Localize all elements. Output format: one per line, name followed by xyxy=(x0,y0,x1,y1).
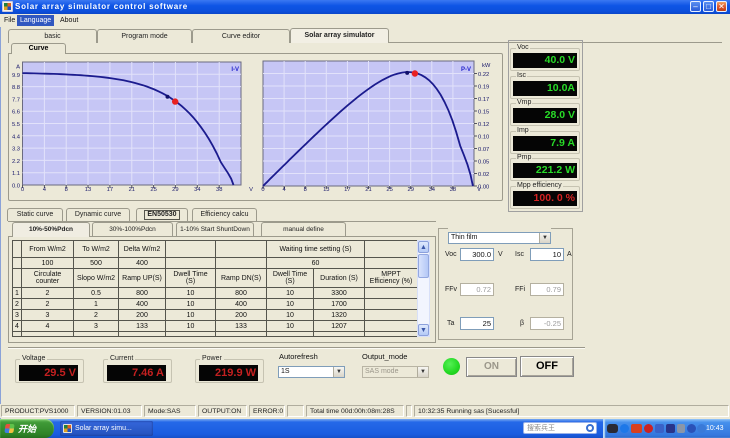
svg-text:8: 8 xyxy=(65,187,68,193)
svg-text:P-V: P-V xyxy=(461,67,471,73)
svg-text:0.0: 0.0 xyxy=(12,184,20,190)
svg-text:0.05: 0.05 xyxy=(478,160,489,166)
svg-text:I-V: I-V xyxy=(231,67,239,73)
svg-text:4.4: 4.4 xyxy=(12,134,21,140)
svg-text:2.2: 2.2 xyxy=(12,159,20,165)
svg-text:34: 34 xyxy=(194,187,201,193)
svg-text:6.6: 6.6 xyxy=(12,110,20,116)
svg-text:0: 0 xyxy=(21,187,24,193)
svg-text:kW: kW xyxy=(482,63,491,69)
svg-text:38: 38 xyxy=(450,187,456,193)
svg-text:0.12: 0.12 xyxy=(478,122,489,128)
svg-text:4: 4 xyxy=(282,187,286,193)
svg-text:25: 25 xyxy=(150,187,156,193)
svg-text:V: V xyxy=(249,187,253,193)
svg-text:8.8: 8.8 xyxy=(12,85,20,91)
svg-text:8: 8 xyxy=(304,187,307,193)
svg-text:0.15: 0.15 xyxy=(478,110,489,116)
svg-text:21: 21 xyxy=(129,187,135,193)
svg-text:25: 25 xyxy=(386,187,392,193)
svg-text:4: 4 xyxy=(43,187,47,193)
svg-text:A: A xyxy=(16,65,20,71)
svg-text:0.02: 0.02 xyxy=(478,172,489,178)
svg-text:5.5: 5.5 xyxy=(12,122,20,128)
svg-text:38: 38 xyxy=(216,187,222,193)
svg-text:0.19: 0.19 xyxy=(478,85,489,91)
svg-text:9.9: 9.9 xyxy=(12,73,20,79)
svg-text:0.22: 0.22 xyxy=(478,72,489,78)
svg-text:0.17: 0.17 xyxy=(478,97,489,103)
svg-text:13: 13 xyxy=(85,187,91,193)
svg-text:0: 0 xyxy=(261,187,264,193)
svg-text:29: 29 xyxy=(407,187,413,193)
svg-text:1.1: 1.1 xyxy=(12,171,20,177)
svg-text:3.3: 3.3 xyxy=(12,147,20,153)
svg-text:17: 17 xyxy=(107,187,113,193)
svg-text:0.10: 0.10 xyxy=(478,135,489,141)
svg-text:17: 17 xyxy=(344,187,350,193)
svg-text:7.7: 7.7 xyxy=(12,97,20,103)
svg-text:13: 13 xyxy=(323,187,329,193)
svg-text:34: 34 xyxy=(429,187,436,193)
svg-text:29: 29 xyxy=(172,187,178,193)
svg-text:21: 21 xyxy=(365,187,371,193)
svg-text:0.07: 0.07 xyxy=(478,147,489,153)
svg-text:0.00: 0.00 xyxy=(478,185,489,191)
